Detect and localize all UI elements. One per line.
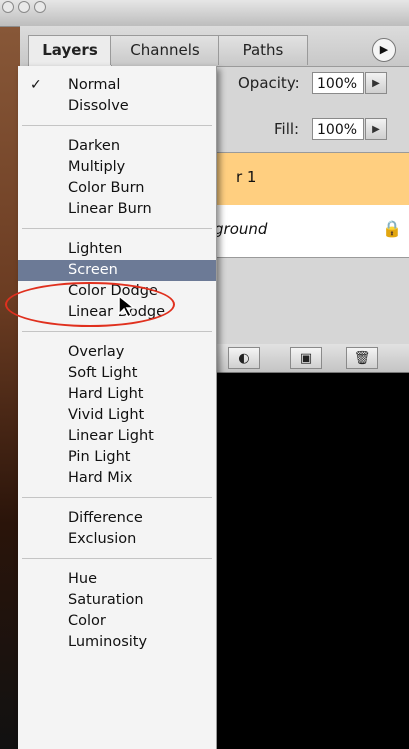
panel-tab-bar: Layers Channels Paths [20,26,409,67]
blend-mode-label: Color Burn [68,180,145,196]
blend-mode-pin-light[interactable]: Pin Light [18,447,216,468]
blend-mode-label: Overlay [68,344,125,360]
blend-mode-darken[interactable]: Darken [18,136,216,157]
blend-mode-menu: ✓ Normal Dissolve Darken Multiply Color Burn L… [18,66,217,749]
blend-mode-soft-light[interactable]: Soft Light [18,363,216,384]
menu-separator [22,125,212,126]
blend-mode-label: Hue [68,571,98,587]
blend-mode-label: Hard Mix [68,470,133,486]
menu-separator [22,497,212,498]
layer-name: ground [214,220,268,238]
tab-paths[interactable]: Paths [218,35,308,65]
blend-mode-label: Multiply [68,159,126,175]
fill-label: Fill: [274,120,300,138]
trash-icon[interactable]: 🗑 [346,347,378,369]
tab-channels[interactable]: Channels [110,35,220,65]
menu-separator [22,228,212,229]
layer-name: r 1 [236,168,257,186]
blend-mode-color[interactable]: Color [18,611,216,632]
blend-mode-label: Exclusion [68,531,137,547]
blend-mode-overlay[interactable]: Overlay [18,342,216,363]
checkmark-icon: ✓ [30,77,42,93]
blend-mode-label: Difference [68,510,143,526]
fill-slider-button[interactable]: ▶ [365,118,387,140]
blend-mode-label: Lighten [68,241,123,257]
minimize-window-icon[interactable] [18,1,30,13]
triangle-right-icon: ▶ [379,43,389,56]
tab-layers[interactable]: Layers [28,35,112,67]
blend-mode-label: Linear Light [68,428,154,444]
blend-mode-label: Luminosity [68,634,148,650]
blend-mode-linear-light[interactable]: Linear Light [18,426,216,447]
blend-mode-difference[interactable]: Difference [18,508,216,529]
blend-mode-saturation[interactable]: Saturation [18,590,216,611]
blend-mode-vivid-light[interactable]: Vivid Light [18,405,216,426]
layer-row-selected[interactable]: r 1 [214,152,409,206]
blend-mode-label: Dissolve [68,98,129,114]
canvas-background [0,0,20,749]
blend-mode-label: Normal [68,77,121,93]
blend-mode-label: Soft Light [68,365,138,381]
window-titlebar [0,0,409,27]
blend-mode-luminosity[interactable]: Luminosity [18,632,216,653]
blend-mode-screen[interactable]: Screen [18,260,216,281]
layer-row-background[interactable]: ground 🔒 [214,205,409,258]
blend-mode-label: Screen [68,262,118,278]
triangle-right-icon: ▶ [372,78,380,89]
triangle-right-icon: ▶ [372,124,380,135]
blend-mode-hue[interactable]: Hue [18,569,216,590]
lock-icon: 🔒 [382,219,402,238]
opacity-slider-button[interactable]: ▶ [365,72,387,94]
blend-mode-lighten[interactable]: Lighten [18,239,216,260]
blend-mode-label: Hard Light [68,386,144,402]
blend-mode-normal[interactable]: ✓ Normal [18,75,216,96]
blend-mode-label: Darken [68,138,121,154]
blend-mode-hard-light[interactable]: Hard Light [18,384,216,405]
annotation-circle [5,282,175,327]
blend-mode-color-burn[interactable]: Color Burn [18,178,216,199]
new-layer-icon[interactable]: ▣ [290,347,322,369]
blend-mode-multiply[interactable]: Multiply [18,157,216,178]
zoom-window-icon[interactable] [34,1,46,13]
opacity-label: Opacity: [238,74,300,92]
opacity-field[interactable]: 100% [312,72,364,94]
mouse-cursor-icon [118,294,137,319]
blend-mode-linear-burn[interactable]: Linear Burn [18,199,216,220]
close-window-icon[interactable] [2,1,14,13]
blend-mode-label: Saturation [68,592,144,608]
menu-separator [22,558,212,559]
blend-mode-label: Color [68,613,106,629]
blend-mode-exclusion[interactable]: Exclusion [18,529,216,550]
blend-mode-label: Linear Burn [68,201,152,217]
blend-mode-label: Vivid Light [68,407,145,423]
blend-mode-hard-mix[interactable]: Hard Mix [18,468,216,489]
adjustment-layer-icon[interactable]: ◐ [228,347,260,369]
blend-mode-dissolve[interactable]: Dissolve [18,96,216,117]
fill-field[interactable]: 100% [312,118,364,140]
blend-mode-label: Pin Light [68,449,131,465]
panel-menu-button[interactable]: ▶ [372,38,396,62]
menu-separator [22,331,212,332]
